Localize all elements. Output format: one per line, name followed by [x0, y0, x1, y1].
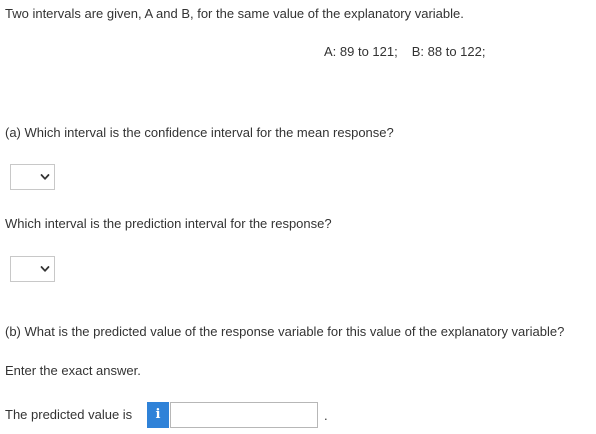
predicted-value-input[interactable] [170, 402, 318, 428]
info-icon[interactable]: i [147, 402, 169, 428]
question-a-confidence: (a) Which interval is the confidence int… [5, 125, 394, 140]
prediction-interval-dropdown[interactable] [10, 256, 55, 282]
chevron-down-icon [40, 174, 50, 180]
question-b: (b) What is the predicted value of the r… [5, 324, 565, 339]
interval-b: B: 88 to 122; [411, 44, 486, 59]
predicted-value-label: The predicted value is [5, 407, 133, 422]
chevron-down-icon [40, 266, 50, 272]
problem-intro: Two intervals are given, A and B, for th… [5, 6, 464, 21]
confidence-interval-dropdown[interactable] [10, 164, 55, 190]
trailing-period: . [324, 408, 328, 423]
interval-a: A: 89 to 121; [324, 44, 398, 59]
answer-instruction: Enter the exact answer. [5, 363, 141, 378]
question-a-prediction: Which interval is the prediction interva… [5, 216, 332, 231]
intervals-line: A: 89 to 121; B: 88 to 122; [324, 44, 485, 59]
